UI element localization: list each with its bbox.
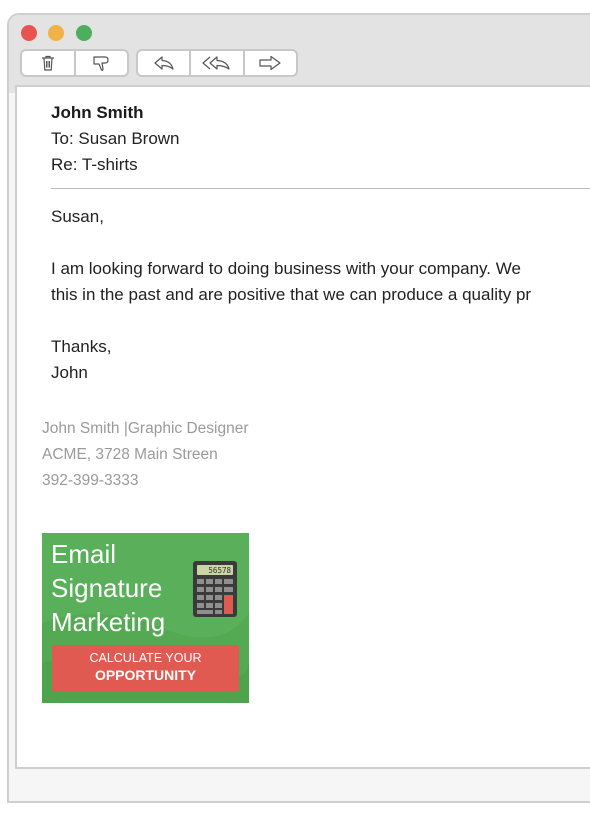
closing: Thanks, John — [51, 334, 111, 386]
mark-spam-button[interactable] — [73, 51, 128, 75]
closing-line-2: John — [51, 363, 88, 382]
banner-title: Email Signature Marketing — [51, 537, 165, 639]
delete-button[interactable] — [22, 51, 74, 75]
toolbar-group-reply — [136, 49, 298, 77]
message-body: I am looking forward to doing business w… — [51, 256, 531, 308]
subject-line: Re: T-shirts — [51, 155, 138, 174]
trash-icon — [41, 55, 54, 71]
signature-banner[interactable]: Email Signature Marketing 56578 CALCULAT… — [42, 533, 249, 703]
cta-line-2: OPPORTUNITY — [94, 667, 197, 683]
calculate-opportunity-button[interactable]: CALCULATE YOUR OPPORTUNITY — [52, 645, 239, 692]
calculator-icon: 56578 — [193, 561, 237, 617]
svg-text:56578: 56578 — [208, 566, 231, 575]
close-window-button[interactable] — [21, 25, 37, 41]
title-bar — [9, 15, 590, 93]
message-pane: John Smith To: Susan Brown Re: T-shirts … — [15, 85, 590, 769]
body-line-2: this in the past and are positive that w… — [51, 285, 532, 304]
sender-name: John Smith — [51, 103, 144, 122]
banner-title-line-3: Marketing — [51, 607, 166, 637]
reply-all-icon — [202, 56, 230, 70]
closing-line-1: Thanks, — [51, 337, 112, 356]
thumbs-down-icon — [93, 55, 109, 71]
toolbar-group-actions — [20, 49, 129, 77]
reply-icon — [154, 56, 174, 70]
maximize-window-button[interactable] — [76, 25, 92, 41]
reply-all-button[interactable] — [189, 51, 242, 75]
recipient-line: To: Susan Brown — [51, 129, 180, 148]
cta-line-1: CALCULATE YOUR — [89, 651, 202, 665]
forward-icon — [259, 55, 281, 71]
greeting: Susan, — [51, 207, 104, 226]
forward-button[interactable] — [242, 51, 296, 75]
signature-phone: 392-399-3333 — [42, 472, 139, 489]
minimize-window-button[interactable] — [48, 25, 64, 41]
banner-title-line-1: Email — [51, 539, 117, 569]
signature-name-title: John Smith |Graphic Designer — [42, 420, 249, 437]
header-divider — [51, 188, 590, 189]
banner-title-line-2: Signature — [51, 573, 163, 603]
reply-button[interactable] — [138, 51, 189, 75]
body-line-1: I am looking forward to doing business w… — [51, 259, 521, 278]
signature-address: ACME, 3728 Main Streen — [42, 446, 218, 463]
